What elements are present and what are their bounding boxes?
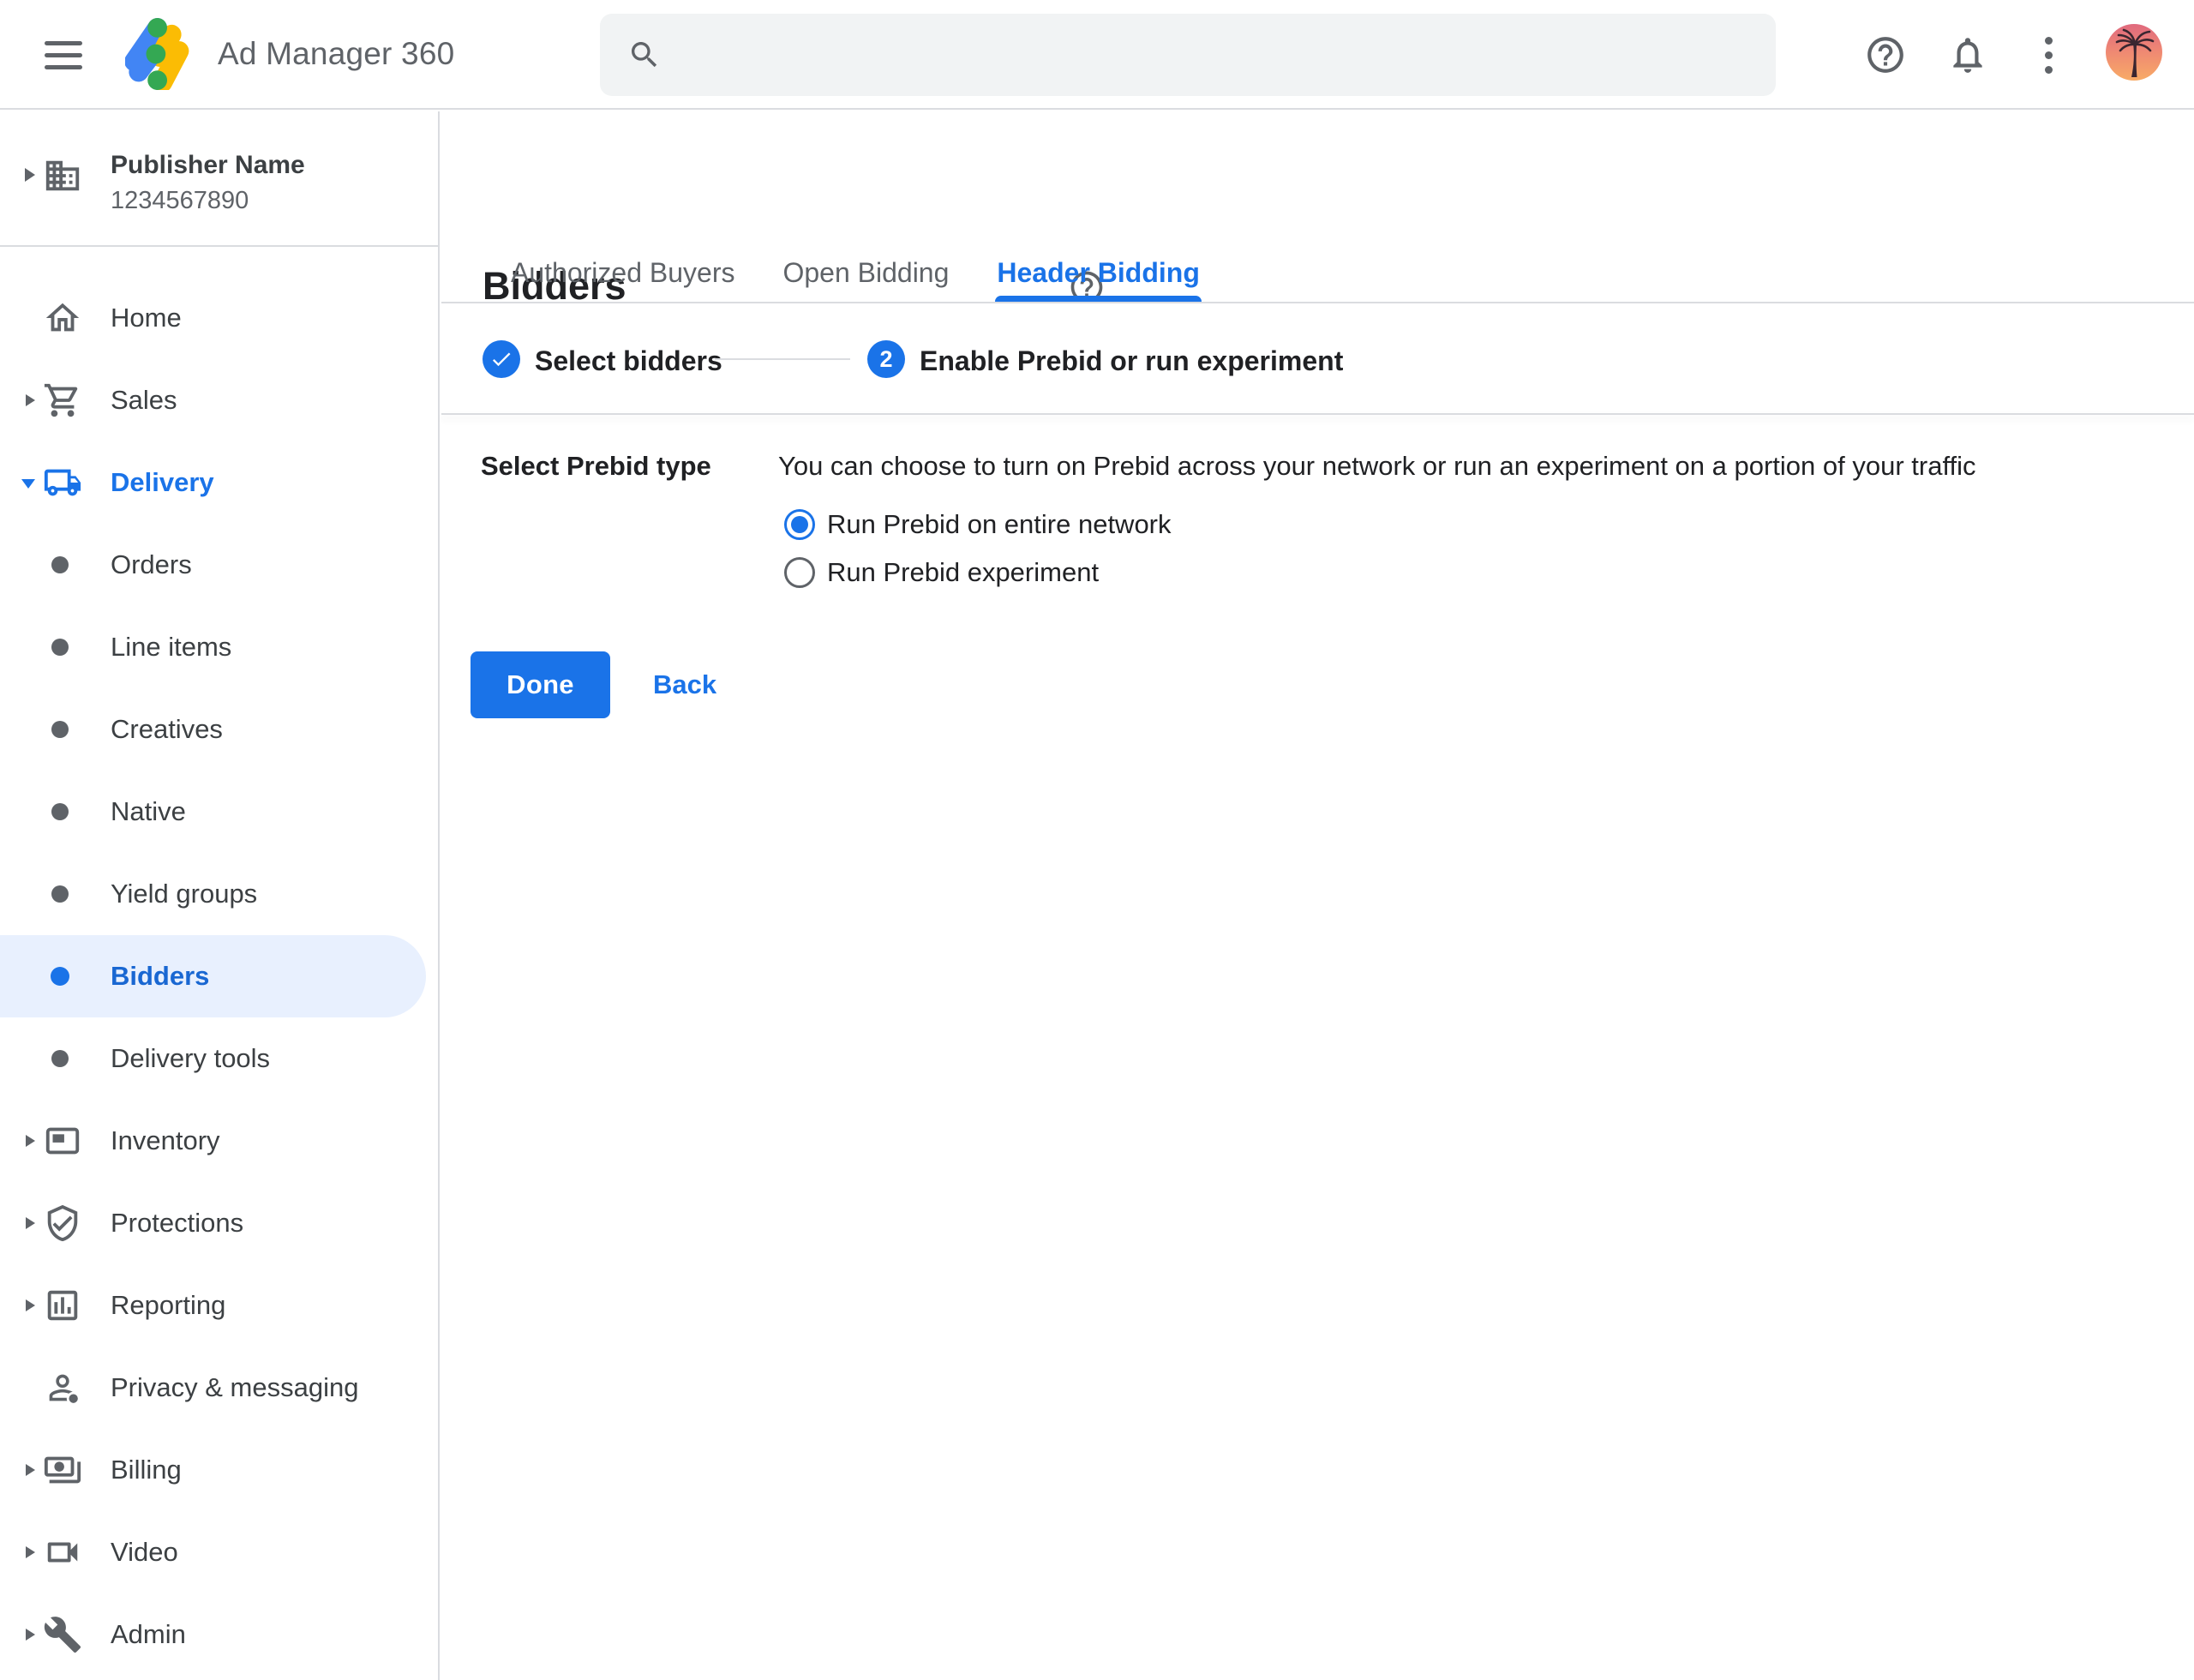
prebid-type-label: Select Prebid type: [481, 451, 711, 482]
sidebar-item-home[interactable]: Home: [0, 277, 438, 359]
chevron-right-icon: [26, 1464, 35, 1476]
sidebar-divider: [0, 245, 438, 247]
publisher-id: 1234567890: [111, 187, 249, 215]
bell-icon: [1946, 33, 1989, 76]
bullet-icon: [51, 967, 69, 986]
step-2-circle: 2: [867, 340, 905, 378]
search-input[interactable]: [662, 14, 1776, 96]
sidebar-item-orders[interactable]: Orders: [0, 524, 438, 606]
sidebar-item-reporting[interactable]: Reporting: [0, 1264, 438, 1347]
sidebar-item-native[interactable]: Native: [0, 771, 438, 853]
stepper-divider: [441, 413, 2194, 415]
sidebar-item-protections[interactable]: Protections: [0, 1182, 438, 1264]
avatar-palm-image: [2106, 24, 2162, 81]
hamburger-icon: [45, 41, 82, 45]
step-2-label: Enable Prebid or run experiment: [920, 345, 1343, 377]
done-button[interactable]: Done: [471, 651, 610, 718]
radio-unselected-icon[interactable]: [784, 557, 815, 588]
chevron-right-icon: [26, 1217, 35, 1229]
tabs-divider: [441, 302, 2194, 303]
sidebar-item-yield-groups[interactable]: Yield groups: [0, 853, 438, 935]
sidebar-item-delivery-tools[interactable]: Delivery tools: [0, 1017, 438, 1100]
sidebar-item-bidders[interactable]: Bidders: [0, 935, 426, 1017]
product-name: Ad Manager 360: [218, 0, 454, 108]
cart-icon: [43, 381, 82, 420]
sidebar-item-line-items[interactable]: Line items: [0, 606, 438, 688]
step-1-circle: [483, 340, 520, 378]
chevron-right-icon: [26, 1299, 35, 1311]
more-options-button[interactable]: [2026, 33, 2071, 77]
person-badge-icon: [43, 1368, 82, 1407]
chevron-right-icon: [26, 1546, 35, 1558]
help-icon: [1864, 33, 1907, 76]
main-menu-button[interactable]: [45, 35, 84, 75]
truck-icon: [43, 463, 82, 502]
bullet-icon: [51, 803, 69, 820]
video-camera-icon: [43, 1533, 82, 1572]
prebid-type-description: You can choose to turn on Prebid across …: [778, 451, 1976, 482]
sidebar: Publisher Name 1234567890 Home Sales Del…: [0, 111, 440, 1680]
radio-run-prebid-experiment[interactable]: Run Prebid experiment: [784, 555, 1099, 590]
more-vert-icon: [2045, 37, 2053, 74]
home-icon: [43, 298, 82, 338]
sidebar-item-inventory[interactable]: Inventory: [0, 1100, 438, 1182]
shield-check-icon: [43, 1203, 82, 1243]
bullet-icon: [51, 721, 69, 738]
sidebar-item-billing[interactable]: Billing: [0, 1429, 438, 1511]
chevron-right-icon: [26, 394, 35, 406]
step-1-label[interactable]: Select bidders: [535, 345, 722, 377]
bullet-icon: [51, 639, 69, 656]
app-header: Ad Manager 360: [0, 0, 2194, 110]
help-button[interactable]: [1863, 33, 1908, 77]
radio-run-prebid-entire-network[interactable]: Run Prebid on entire network: [784, 507, 1172, 542]
step-connector: [715, 358, 850, 360]
bullet-icon: [51, 556, 69, 573]
chevron-right-icon: [25, 168, 35, 182]
bullet-icon: [51, 1050, 69, 1067]
avatar[interactable]: [2106, 24, 2162, 81]
sidebar-nav: Home Sales Delivery Orders Line items: [0, 277, 438, 1676]
bar-chart-icon: [43, 1286, 82, 1325]
back-link[interactable]: Back: [653, 651, 716, 718]
search-bar[interactable]: [600, 14, 1776, 96]
building-icon: [43, 156, 82, 195]
radio-selected-icon[interactable]: [784, 509, 815, 540]
check-icon: [489, 347, 513, 371]
publisher-selector[interactable]: Publisher Name 1234567890: [0, 111, 438, 245]
search-icon: [627, 38, 662, 72]
banknote-icon: [43, 1450, 82, 1490]
active-tab-underline: [995, 296, 1201, 302]
wrench-icon: [43, 1615, 82, 1654]
bullet-icon: [51, 885, 69, 903]
tab-open-bidding[interactable]: Open Bidding: [758, 245, 973, 302]
tab-header-bidding[interactable]: Header Bidding: [973, 245, 1223, 302]
step-2-number: 2: [879, 346, 892, 373]
sidebar-item-creatives[interactable]: Creatives: [0, 688, 438, 771]
ad-unit-icon: [43, 1121, 82, 1161]
sidebar-item-delivery[interactable]: Delivery: [0, 441, 438, 524]
ad-manager-logo: [125, 18, 197, 90]
tab-bar: Authorized Buyers Open Bidding Header Bi…: [487, 245, 1224, 302]
chevron-right-icon: [26, 1629, 35, 1641]
sidebar-item-sales[interactable]: Sales: [0, 359, 438, 441]
chevron-right-icon: [26, 1135, 35, 1147]
main-content: Bidders Authorized Buyers Open Bidding H…: [441, 111, 2194, 1680]
notifications-button[interactable]: [1945, 33, 1990, 77]
sidebar-item-admin[interactable]: Admin: [0, 1593, 438, 1676]
sidebar-item-video[interactable]: Video: [0, 1511, 438, 1593]
sidebar-item-privacy-messaging[interactable]: Privacy & messaging: [0, 1347, 438, 1429]
tab-authorized-buyers[interactable]: Authorized Buyers: [487, 245, 758, 302]
chevron-down-icon: [21, 479, 35, 489]
publisher-name: Publisher Name: [111, 151, 305, 180]
